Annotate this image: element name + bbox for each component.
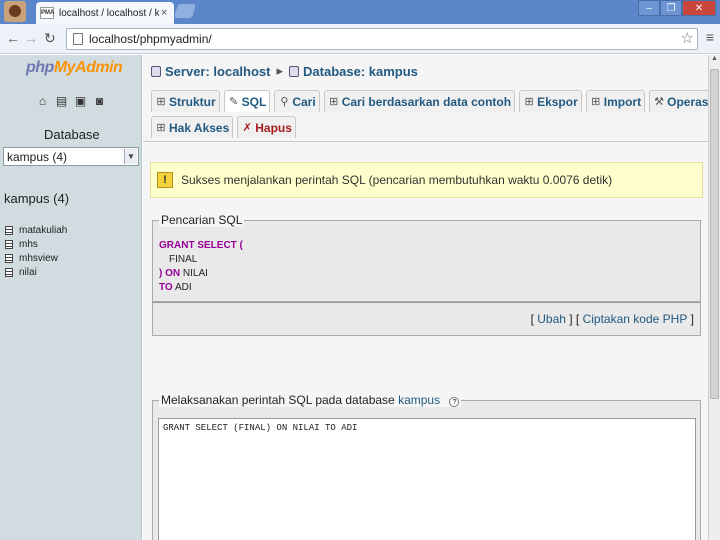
structure-icon: ⊞: [156, 95, 166, 108]
server-icon: [151, 65, 161, 77]
reload-icon[interactable]: ↻: [44, 30, 56, 47]
query-icon: ⊞: [329, 95, 339, 108]
sql-query-legend: Pencarian SQL: [159, 213, 245, 227]
wrench-menu-icon[interactable]: ≡: [706, 29, 714, 45]
database-icon: [289, 65, 300, 77]
phpmyadmin-logo[interactable]: phpMyAdmin: [26, 59, 123, 77]
list-item[interactable]: matakuliah: [5, 223, 67, 237]
success-message: ! Sukses menjalankan perintah SQL (penca…: [150, 162, 703, 198]
tab-hak-akses[interactable]: ⊞ Hak Akses: [151, 116, 234, 138]
tab-row-secondary: ⊞ Hak Akses ✗ Hapus: [151, 116, 296, 138]
quick-icons: ⌂ ▤ ▣ ◙: [36, 95, 106, 108]
export-icon: ⊞: [524, 95, 534, 108]
address-text[interactable]: localhost/phpmyadmin/: [89, 32, 212, 46]
success-text: Sukses menjalankan perintah SQL (pencari…: [181, 173, 613, 187]
tab-import[interactable]: ⊞ Import: [585, 90, 646, 112]
table-icon[interactable]: [5, 253, 13, 263]
list-item[interactable]: nilai: [5, 265, 67, 279]
sql-textarea[interactable]: [158, 418, 696, 540]
help-icon[interactable]: ?: [449, 397, 460, 407]
tab-hapus[interactable]: ✗ Hapus: [237, 116, 296, 138]
tab-title: localhost / localhost / kampus: [59, 7, 159, 19]
tab-cari[interactable]: ⚲ Cari: [274, 90, 320, 112]
table-icon[interactable]: [5, 267, 13, 277]
sql-query-actions: [ Ubah ] [ Ciptakan kode PHP ]: [152, 302, 701, 336]
database-heading[interactable]: kampus (4): [4, 191, 69, 206]
sql-query-icon[interactable]: ▤: [55, 95, 68, 108]
page-icon: [73, 33, 83, 45]
tab-sql[interactable]: ✎ SQL: [223, 90, 271, 112]
database-select[interactable]: kampus (4) ▼: [3, 147, 139, 166]
tab-ekspor[interactable]: ⊞ Ekspor: [519, 90, 582, 112]
tab-close-icon[interactable]: ×: [161, 7, 167, 19]
new-tab-button[interactable]: [174, 4, 196, 18]
list-item[interactable]: mhs: [5, 237, 67, 251]
drop-icon: ✗: [242, 121, 252, 134]
docs-icon[interactable]: ◙: [93, 95, 106, 108]
tab-struktur[interactable]: ⊞ Struktur: [151, 90, 220, 112]
forward-arrow-icon[interactable]: →: [24, 30, 38, 46]
tab-row-primary: ⊞ Struktur ✎ SQL ⚲ Cari ⊞ Cari berdasarkan d…: [151, 90, 716, 112]
main-frame: Server: localhost ▸ Database: kampus ⊞ St…: [143, 55, 716, 540]
back-arrow-icon[interactable]: ←: [6, 30, 20, 46]
table-icon[interactable]: [5, 225, 13, 235]
bookmark-star-icon[interactable]: ☆: [681, 29, 694, 47]
close-window-button[interactable]: ✕: [682, 0, 716, 16]
browser-tab[interactable]: PMA localhost / localhost / kampus ×: [36, 2, 174, 24]
create-php-link[interactable]: Ciptakan kode PHP: [583, 312, 688, 326]
breadcrumb: Server: localhost ▸ Database: kampus: [151, 63, 418, 79]
breadcrumb-database[interactable]: Database: kampus: [303, 64, 418, 79]
chevron-down-icon[interactable]: ▼: [124, 149, 137, 164]
scrollbar[interactable]: ▲: [708, 55, 720, 540]
scroll-up-icon[interactable]: ▲: [709, 55, 720, 67]
home-icon[interactable]: ⌂: [36, 95, 49, 108]
scroll-thumb[interactable]: [710, 69, 719, 399]
breadcrumb-separator: ▸: [276, 63, 284, 78]
breadcrumb-server[interactable]: Server: localhost: [165, 64, 271, 79]
tab-cari-contoh[interactable]: ⊞ Cari berdasarkan data contoh: [323, 90, 516, 112]
tools-icon: ⚒: [654, 95, 665, 108]
tab-operasi[interactable]: ⚒ Operasi: [649, 90, 716, 112]
navigation-frame: phpMyAdmin ⌂ ▤ ▣ ◙ Database kampus (4) ▼…: [0, 55, 142, 540]
sql-query-panel: Pencarian SQL GRANT SELECT ( FINAL ) ON …: [152, 213, 701, 302]
notice-icon: !: [157, 172, 173, 188]
list-item[interactable]: mhsview: [5, 251, 67, 265]
restore-button[interactable]: ❐: [660, 0, 682, 16]
window-controls: – ❐ ✕: [638, 0, 716, 16]
table-list: matakuliah mhs mhsview nilai: [5, 223, 67, 279]
run-sql-legend: Melaksanakan perintah SQL pada database …: [159, 393, 462, 407]
sql-icon: ✎: [229, 95, 239, 108]
browser-titlebar: PMA localhost / localhost / kampus × – ❐…: [0, 0, 720, 24]
table-icon[interactable]: [5, 239, 13, 249]
tab-divider: [143, 141, 708, 142]
database-select-value: kampus (4): [7, 149, 68, 164]
query-window-icon[interactable]: ▣: [74, 95, 87, 108]
database-link[interactable]: kampus: [398, 393, 440, 407]
browser-toolbar: ← → ↻ localhost/phpmyadmin/ ☆ ≡: [0, 24, 720, 54]
profile-avatar-icon[interactable]: [4, 1, 26, 22]
run-sql-panel: Melaksanakan perintah SQL pada database …: [152, 393, 701, 540]
minimize-button[interactable]: –: [638, 0, 660, 16]
privileges-icon: ⊞: [156, 121, 166, 134]
database-label: Database: [44, 127, 100, 142]
import-icon: ⊞: [591, 95, 601, 108]
search-icon: ⚲: [280, 95, 289, 108]
address-bar[interactable]: localhost/phpmyadmin/: [66, 28, 698, 50]
pma-favicon-icon: PMA: [40, 7, 54, 19]
edit-link[interactable]: Ubah: [537, 312, 566, 326]
sql-query-code: GRANT SELECT ( FINAL ) ON NILAI TO ADI: [159, 240, 243, 293]
